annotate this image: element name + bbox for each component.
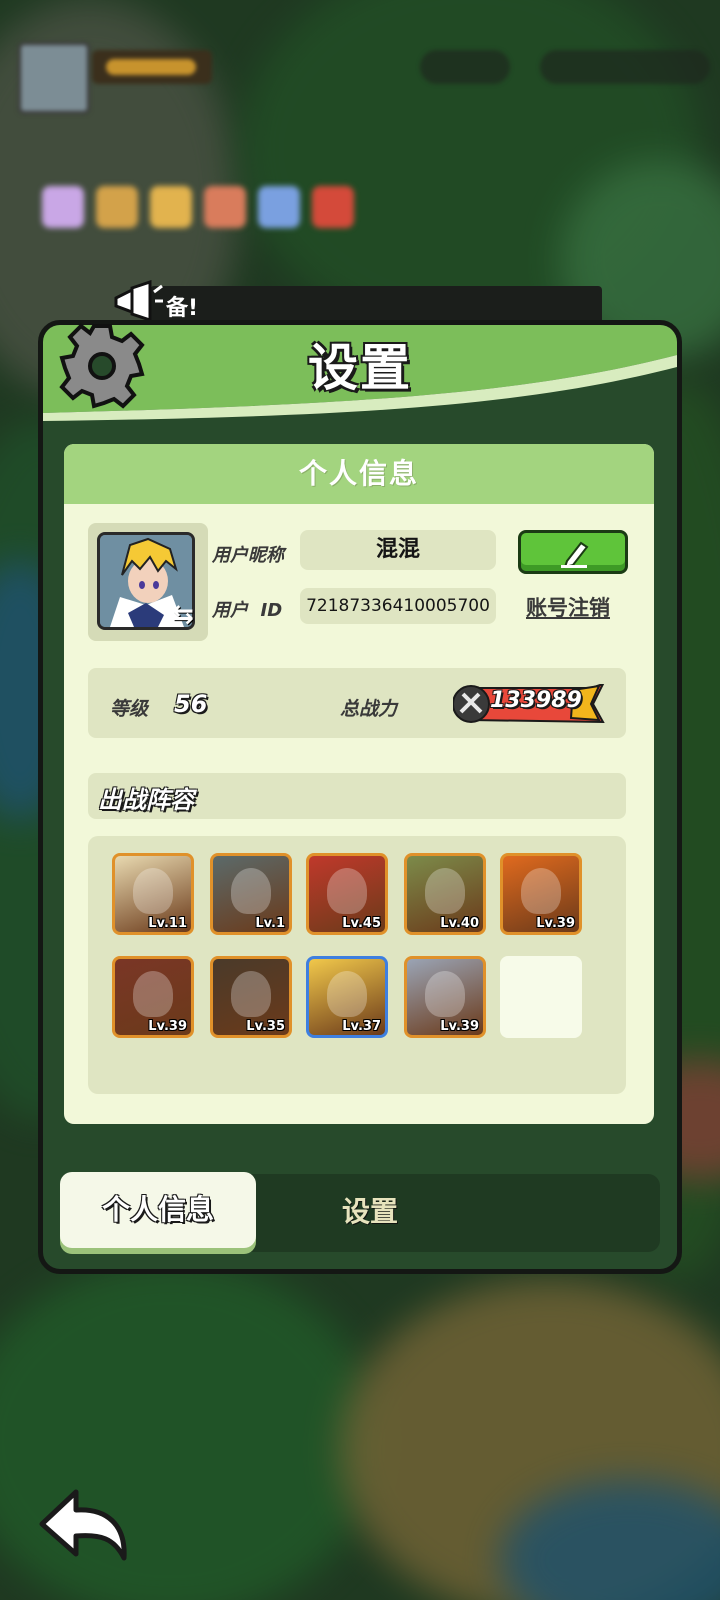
hud-menu-icon[interactable] — [258, 186, 300, 228]
hero-portrait-icon — [327, 971, 367, 1017]
nickname-field: 混混 — [300, 530, 496, 570]
hero-level: Lv.45 — [342, 916, 381, 931]
empty-hero-slot[interactable] — [500, 956, 582, 1038]
dialog-title: 设置 — [308, 339, 412, 397]
hud-menu-icon[interactable] — [312, 186, 354, 228]
hero-slot[interactable]: Lv.35 — [210, 956, 292, 1038]
level-value: 56 — [174, 690, 208, 718]
hero-slot[interactable]: Lv.39 — [112, 956, 194, 1038]
hero-level: Lv.39 — [440, 1019, 479, 1034]
megaphone-icon — [114, 280, 163, 323]
hero-portrait-icon — [231, 971, 271, 1017]
hero-portrait-icon — [133, 971, 173, 1017]
swap-avatar-icon[interactable]: ⇆ — [172, 600, 194, 630]
hero-slot[interactable]: Lv.45 — [306, 853, 388, 935]
user-id-label: 用户 ID — [212, 600, 283, 621]
back-arrow-icon[interactable] — [36, 1484, 132, 1564]
profile-section-title: 个人信息 — [298, 457, 419, 490]
hud-gem-counter — [420, 50, 510, 84]
hud-exp-bar — [92, 50, 212, 84]
hero-level: Lv.40 — [440, 916, 479, 931]
nickname-label: 用户昵称 — [212, 545, 284, 566]
power-label: 总战力 — [340, 698, 398, 720]
tab-profile[interactable]: 个人信息 — [60, 1172, 256, 1248]
hero-level: Lv.37 — [342, 1019, 381, 1034]
lineup-title: 出战阵容 — [98, 786, 194, 814]
hero-slot[interactable]: Lv.39 — [404, 956, 486, 1038]
hud-menu-icon[interactable] — [204, 186, 246, 228]
hero-portrait-icon — [133, 868, 173, 914]
tab-settings[interactable]: 设置 — [300, 1176, 440, 1248]
hero-portrait-icon — [425, 868, 465, 914]
hero-slot[interactable]: Lv.11 — [112, 853, 194, 935]
hud-menu-icon[interactable] — [150, 186, 192, 228]
power-value: 133989 — [490, 688, 582, 713]
hero-portrait-icon — [521, 868, 561, 914]
hero-slot[interactable]: Lv.40 — [404, 853, 486, 935]
hud-menu-icon[interactable] — [42, 186, 84, 228]
notice-text: 备! — [166, 296, 199, 321]
hud-menu-icon[interactable] — [96, 186, 138, 228]
tab-profile-label: 个人信息 — [101, 1193, 214, 1226]
user-id-field: 72187336410005700 — [300, 588, 496, 624]
hud-gold-counter — [540, 50, 710, 84]
hero-portrait-icon — [327, 868, 367, 914]
hero-level: Lv.1 — [255, 916, 285, 931]
edit-nickname-button[interactable] — [518, 530, 628, 574]
cancel-account-link[interactable]: 账号注销 — [526, 592, 610, 622]
hud-avatar[interactable] — [18, 42, 90, 114]
hero-slot[interactable]: Lv.39 — [500, 853, 582, 935]
hero-portrait-icon — [231, 868, 271, 914]
hero-level: Lv.39 — [536, 916, 575, 931]
hero-level: Lv.39 — [148, 1019, 187, 1034]
hero-level: Lv.11 — [148, 916, 187, 931]
hero-slot[interactable]: Lv.1 — [210, 853, 292, 935]
notice-bar — [150, 286, 602, 324]
hero-level: Lv.35 — [246, 1019, 285, 1034]
pencil-icon — [561, 541, 589, 569]
level-label: 等级 — [110, 698, 149, 720]
hero-portrait-icon — [425, 971, 465, 1017]
hero-slot[interactable]: Lv.37 — [306, 956, 388, 1038]
